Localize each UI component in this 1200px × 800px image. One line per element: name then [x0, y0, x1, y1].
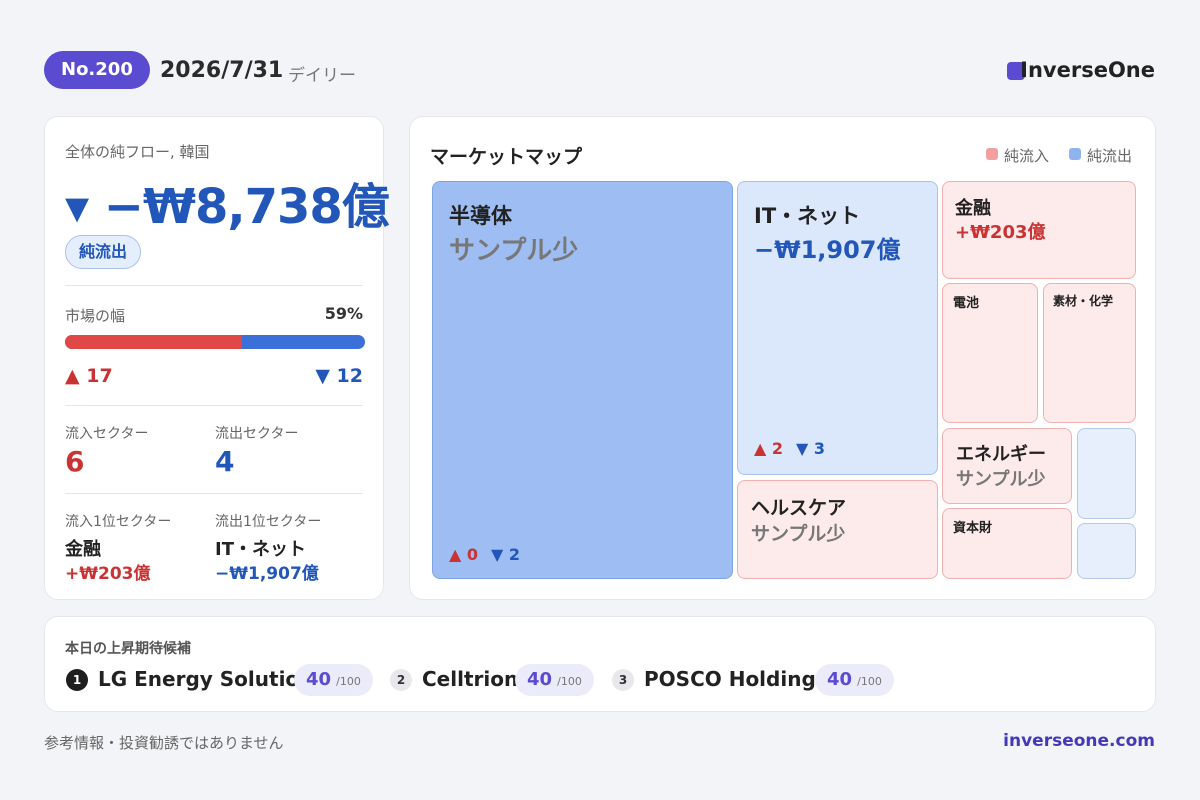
site-link[interactable]: inverseone.com — [1003, 731, 1155, 751]
tile-it-net[interactable]: IT・ネット −₩1,907億 ▲ 2 ▼ 3 — [737, 181, 938, 475]
report-date: 2026/7/31 — [160, 58, 284, 83]
tile-value: サンプル少 — [449, 236, 579, 266]
summary-card: 全体の純フロー, 韓国 ▾ −₩8,738億 純流出 市場の幅 59% ▲ 17… — [44, 116, 390, 600]
net-flow-label: 全体の純フロー, 韓国 — [65, 143, 210, 161]
candidate-2-score: 40 /100 — [515, 664, 594, 696]
tile-capital-goods[interactable]: 資本財 — [942, 508, 1072, 579]
outflow-sector-count: 4 — [215, 445, 235, 478]
breadth-bar — [65, 335, 365, 349]
tile-unlabeled-2[interactable] — [1077, 523, 1136, 579]
divider — [65, 405, 363, 406]
tile-name: IT・ネット — [754, 204, 861, 228]
top-outflow-value: −₩1,907億 — [215, 564, 319, 584]
breadth-bar-fill — [65, 335, 242, 349]
brand-name: InverseOne — [1020, 58, 1155, 82]
net-flow-value: ▾ −₩8,738億 — [65, 179, 390, 235]
top-outflow-name: IT・ネット — [215, 539, 306, 560]
score-value: 40 — [827, 669, 853, 690]
candidates-title: 本日の上昇期待候補 — [65, 641, 191, 657]
top-inflow-value: +₩203億 — [65, 564, 151, 584]
tile-healthcare[interactable]: ヘルスケア サンプル少 — [737, 480, 938, 579]
tile-finance[interactable]: 金融 +₩203億 — [942, 181, 1136, 279]
breadth-percent: 59% — [324, 304, 363, 323]
tile-name: 電池 — [953, 296, 980, 311]
market-map-card: マーケットマップ 純流入 純流出 半導体 サンプル少 ▲ 0 ▼ 2 IT・ネッ… — [409, 116, 1156, 600]
tile-up-count: ▲ 2 — [754, 439, 784, 458]
rank-3-badge: 3 — [612, 669, 634, 691]
outflow-sector-label: 流出セクター — [215, 426, 299, 442]
top-inflow-name: 金融 — [65, 539, 101, 560]
tile-up-count: ▲ 0 — [449, 545, 479, 564]
market-map-title: マーケットマップ — [430, 146, 583, 168]
breadth-down-count: ▼ 12 — [315, 365, 363, 387]
tile-semiconductor[interactable]: 半導体 サンプル少 ▲ 0 ▼ 2 — [432, 181, 733, 579]
tile-battery[interactable]: 電池 — [942, 283, 1038, 423]
tile-energy[interactable]: エネルギー サンプル少 — [942, 428, 1072, 504]
legend-outflow-swatch — [1069, 148, 1081, 160]
tile-name: 半導体 — [449, 204, 512, 228]
issue-badge: No.200 — [44, 51, 150, 89]
tile-name: 金融 — [955, 198, 991, 219]
inflow-sector-label: 流入セクター — [65, 426, 149, 442]
top-outflow-label: 流出1位セクター — [215, 514, 322, 530]
tile-down-count: ▼ 2 — [491, 545, 521, 564]
candidates-card: 本日の上昇期待候補 1 LG Energy Solution 40 /100 2… — [44, 616, 1156, 712]
candidate-1-name[interactable]: LG Energy Solution — [98, 667, 313, 691]
header: No.200 2026/7/31 デイリー InverseOne — [44, 51, 1155, 89]
tile-name: 資本財 — [953, 521, 993, 536]
disclaimer: 参考情報・投資勧誘ではありません — [44, 734, 284, 752]
rank-2-badge: 2 — [390, 669, 412, 691]
tile-down-count: ▼ 3 — [796, 439, 826, 458]
tile-materials-chemicals[interactable]: 素材・化学 — [1043, 283, 1136, 423]
candidate-1-score: 40 /100 — [294, 664, 373, 696]
divider — [65, 285, 363, 286]
score-value: 40 — [527, 669, 553, 690]
legend-inflow-label: 純流入 — [1004, 147, 1050, 165]
score-max: /100 — [336, 675, 361, 688]
legend-inflow-swatch — [986, 148, 998, 160]
candidate-2-name[interactable]: Celltrion — [422, 667, 518, 691]
tile-value: −₩1,907億 — [754, 236, 901, 264]
breadth-up-count: ▲ 17 — [65, 365, 113, 387]
candidate-3-name[interactable]: POSCO Holdings — [644, 667, 828, 691]
tile-name: 素材・化学 — [1053, 294, 1114, 308]
score-max: /100 — [857, 675, 882, 688]
breadth-label: 市場の幅 — [65, 307, 126, 325]
candidate-3-score: 40 /100 — [815, 664, 894, 696]
tile-name: ヘルスケア — [751, 497, 847, 519]
tile-value: サンプル少 — [751, 523, 846, 545]
divider — [65, 493, 363, 494]
score-max: /100 — [557, 675, 582, 688]
score-value: 40 — [306, 669, 332, 690]
inflow-sector-count: 6 — [65, 445, 85, 478]
rank-1-badge: 1 — [66, 669, 88, 691]
tile-value: +₩203億 — [955, 222, 1046, 243]
tile-value: サンプル少 — [956, 469, 1046, 490]
net-flow-status-badge: 純流出 — [65, 235, 142, 269]
top-inflow-label: 流入1位セクター — [65, 514, 172, 530]
tile-name: エネルギー — [956, 444, 1046, 465]
legend-outflow-label: 純流出 — [1087, 147, 1133, 165]
tile-unlabeled-1[interactable] — [1077, 428, 1136, 519]
report-period: デイリー — [288, 66, 356, 86]
